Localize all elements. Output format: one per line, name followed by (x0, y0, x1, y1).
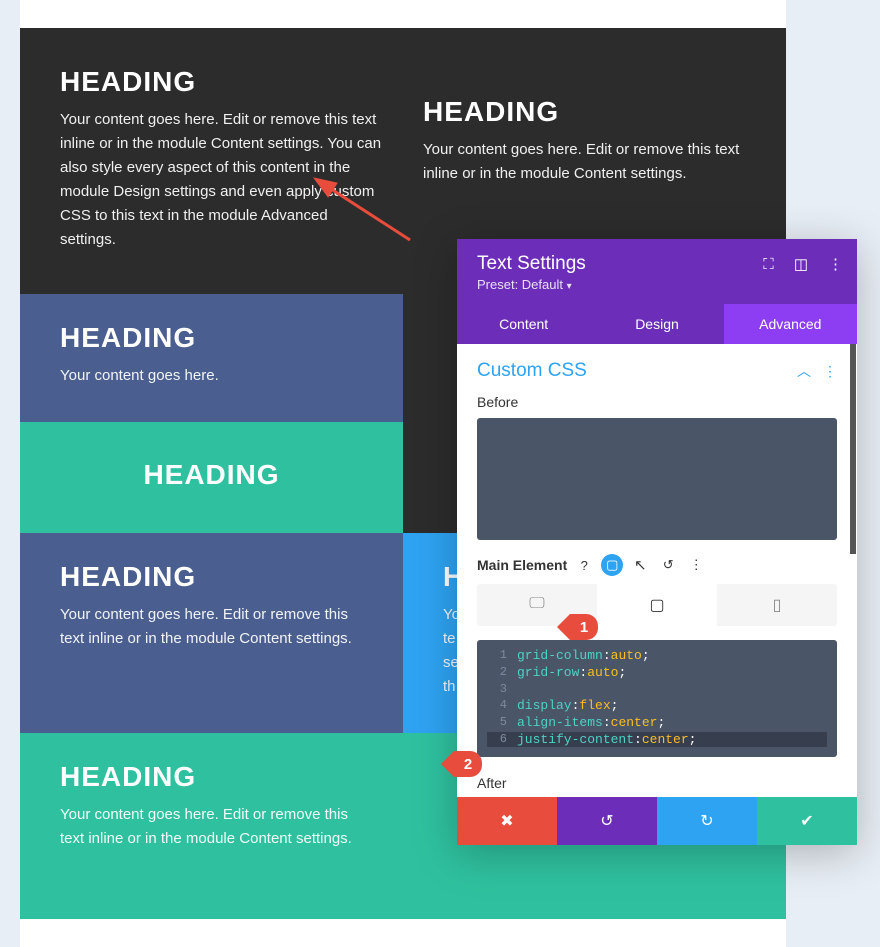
hover-icon[interactable]: ↖ (629, 554, 651, 576)
help-icon[interactable]: ? (573, 554, 595, 576)
collapse-icon[interactable]: ︿ (797, 361, 811, 381)
scrollbar[interactable] (850, 344, 856, 554)
settings-panel: Text Settings Preset: Default ▾ ⛶ ◫ ⋮ Co… (457, 239, 857, 845)
tab-content[interactable]: Content (457, 304, 590, 344)
options-icon[interactable]: ⋮ (823, 363, 837, 380)
main-element-label: Main Element (477, 557, 567, 573)
device-selector: 🖵 ▢ ▯ (477, 584, 837, 626)
block-teal-center[interactable]: HEADING (20, 422, 403, 533)
reset-icon[interactable]: ↺ (657, 554, 679, 576)
expand-icon[interactable]: ⛶ (763, 256, 774, 273)
annotation-1: 1 (570, 614, 598, 640)
body-text: Your content goes here. Edit or remove t… (60, 803, 363, 851)
tab-design[interactable]: Design (590, 304, 723, 344)
heading: HEADING (60, 66, 383, 98)
annotation-2: 2 (454, 751, 482, 777)
panel-footer: ✖ ↺ ↻ ✔ (457, 797, 857, 845)
preset-selector[interactable]: Preset: Default ▾ (477, 277, 837, 292)
body-text: Your content goes here. Edit or remove t… (60, 108, 383, 252)
heading: HEADING (143, 459, 279, 491)
panel-tabs: Content Design Advanced (457, 304, 857, 344)
heading: HEADING (423, 96, 746, 128)
body-text: Your content goes here. (60, 364, 363, 388)
more-icon[interactable]: ⋮ (828, 255, 843, 273)
block-blue-2[interactable]: HEADING Your content goes here. Edit or … (20, 533, 403, 733)
device-phone[interactable]: ▯ (717, 584, 837, 626)
heading: HEADING (60, 761, 363, 793)
ellipsis-icon[interactable]: ⋮ (685, 554, 707, 576)
after-label: After (477, 775, 837, 791)
redo-button[interactable]: ↻ (657, 797, 757, 845)
main-element-code-input[interactable]: 1grid-column: auto; 2grid-row: auto; 3 4… (477, 640, 837, 757)
before-label: Before (477, 394, 837, 410)
save-button[interactable]: ✔ (757, 797, 857, 845)
panel-header: Text Settings Preset: Default ▾ ⛶ ◫ ⋮ (457, 239, 857, 304)
block-blue-1[interactable]: HEADING Your content goes here. (20, 294, 403, 422)
chevron-down-icon: ▾ (567, 281, 572, 292)
accordion-title[interactable]: Custom CSS (477, 360, 587, 382)
device-tablet[interactable]: ▢ (597, 584, 717, 626)
block-teal-2[interactable]: HEADING Your content goes here. Edit or … (20, 733, 403, 919)
panel-body: Custom CSS ︿ ⋮ Before Main Element ? ▢ ↖… (457, 344, 857, 797)
tab-advanced[interactable]: Advanced (724, 304, 857, 344)
layout-icon[interactable]: ◫ (794, 255, 808, 273)
cancel-button[interactable]: ✖ (457, 797, 557, 845)
body-text: Your content goes here. Edit or remove t… (423, 138, 746, 186)
body-text: Your content goes here. Edit or remove t… (60, 603, 363, 651)
heading: HEADING (60, 322, 363, 354)
tablet-icon[interactable]: ▢ (601, 554, 623, 576)
undo-button[interactable]: ↺ (557, 797, 657, 845)
before-code-input[interactable] (477, 418, 837, 540)
heading: HEADING (60, 561, 363, 593)
